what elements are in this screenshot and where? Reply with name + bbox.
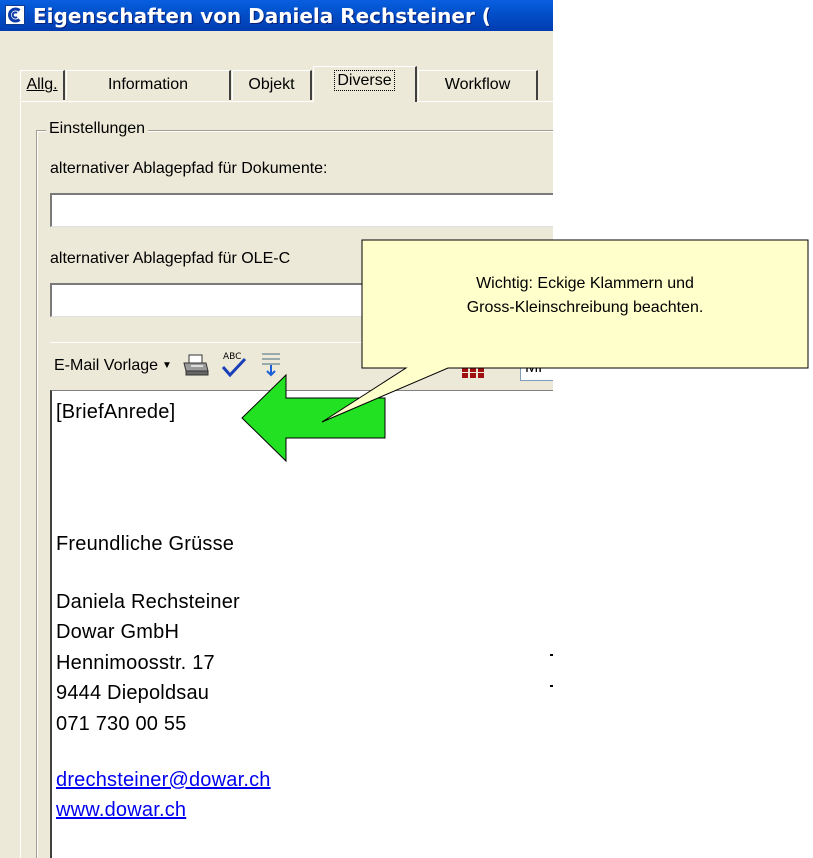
callout-bubble-shape bbox=[321, 239, 809, 423]
annotation-line-1: Wichtig: Eckige Klammern und bbox=[476, 275, 694, 292]
green-arrow-shape bbox=[241, 373, 386, 463]
annotation-line-2: Gross-Kleinschreibung beachten. bbox=[466, 299, 704, 316]
annotation-callout: Wichtig: Eckige Klammern und Gross-Klein… bbox=[362, 272, 808, 320]
annotation-overlay bbox=[241, 239, 809, 463]
